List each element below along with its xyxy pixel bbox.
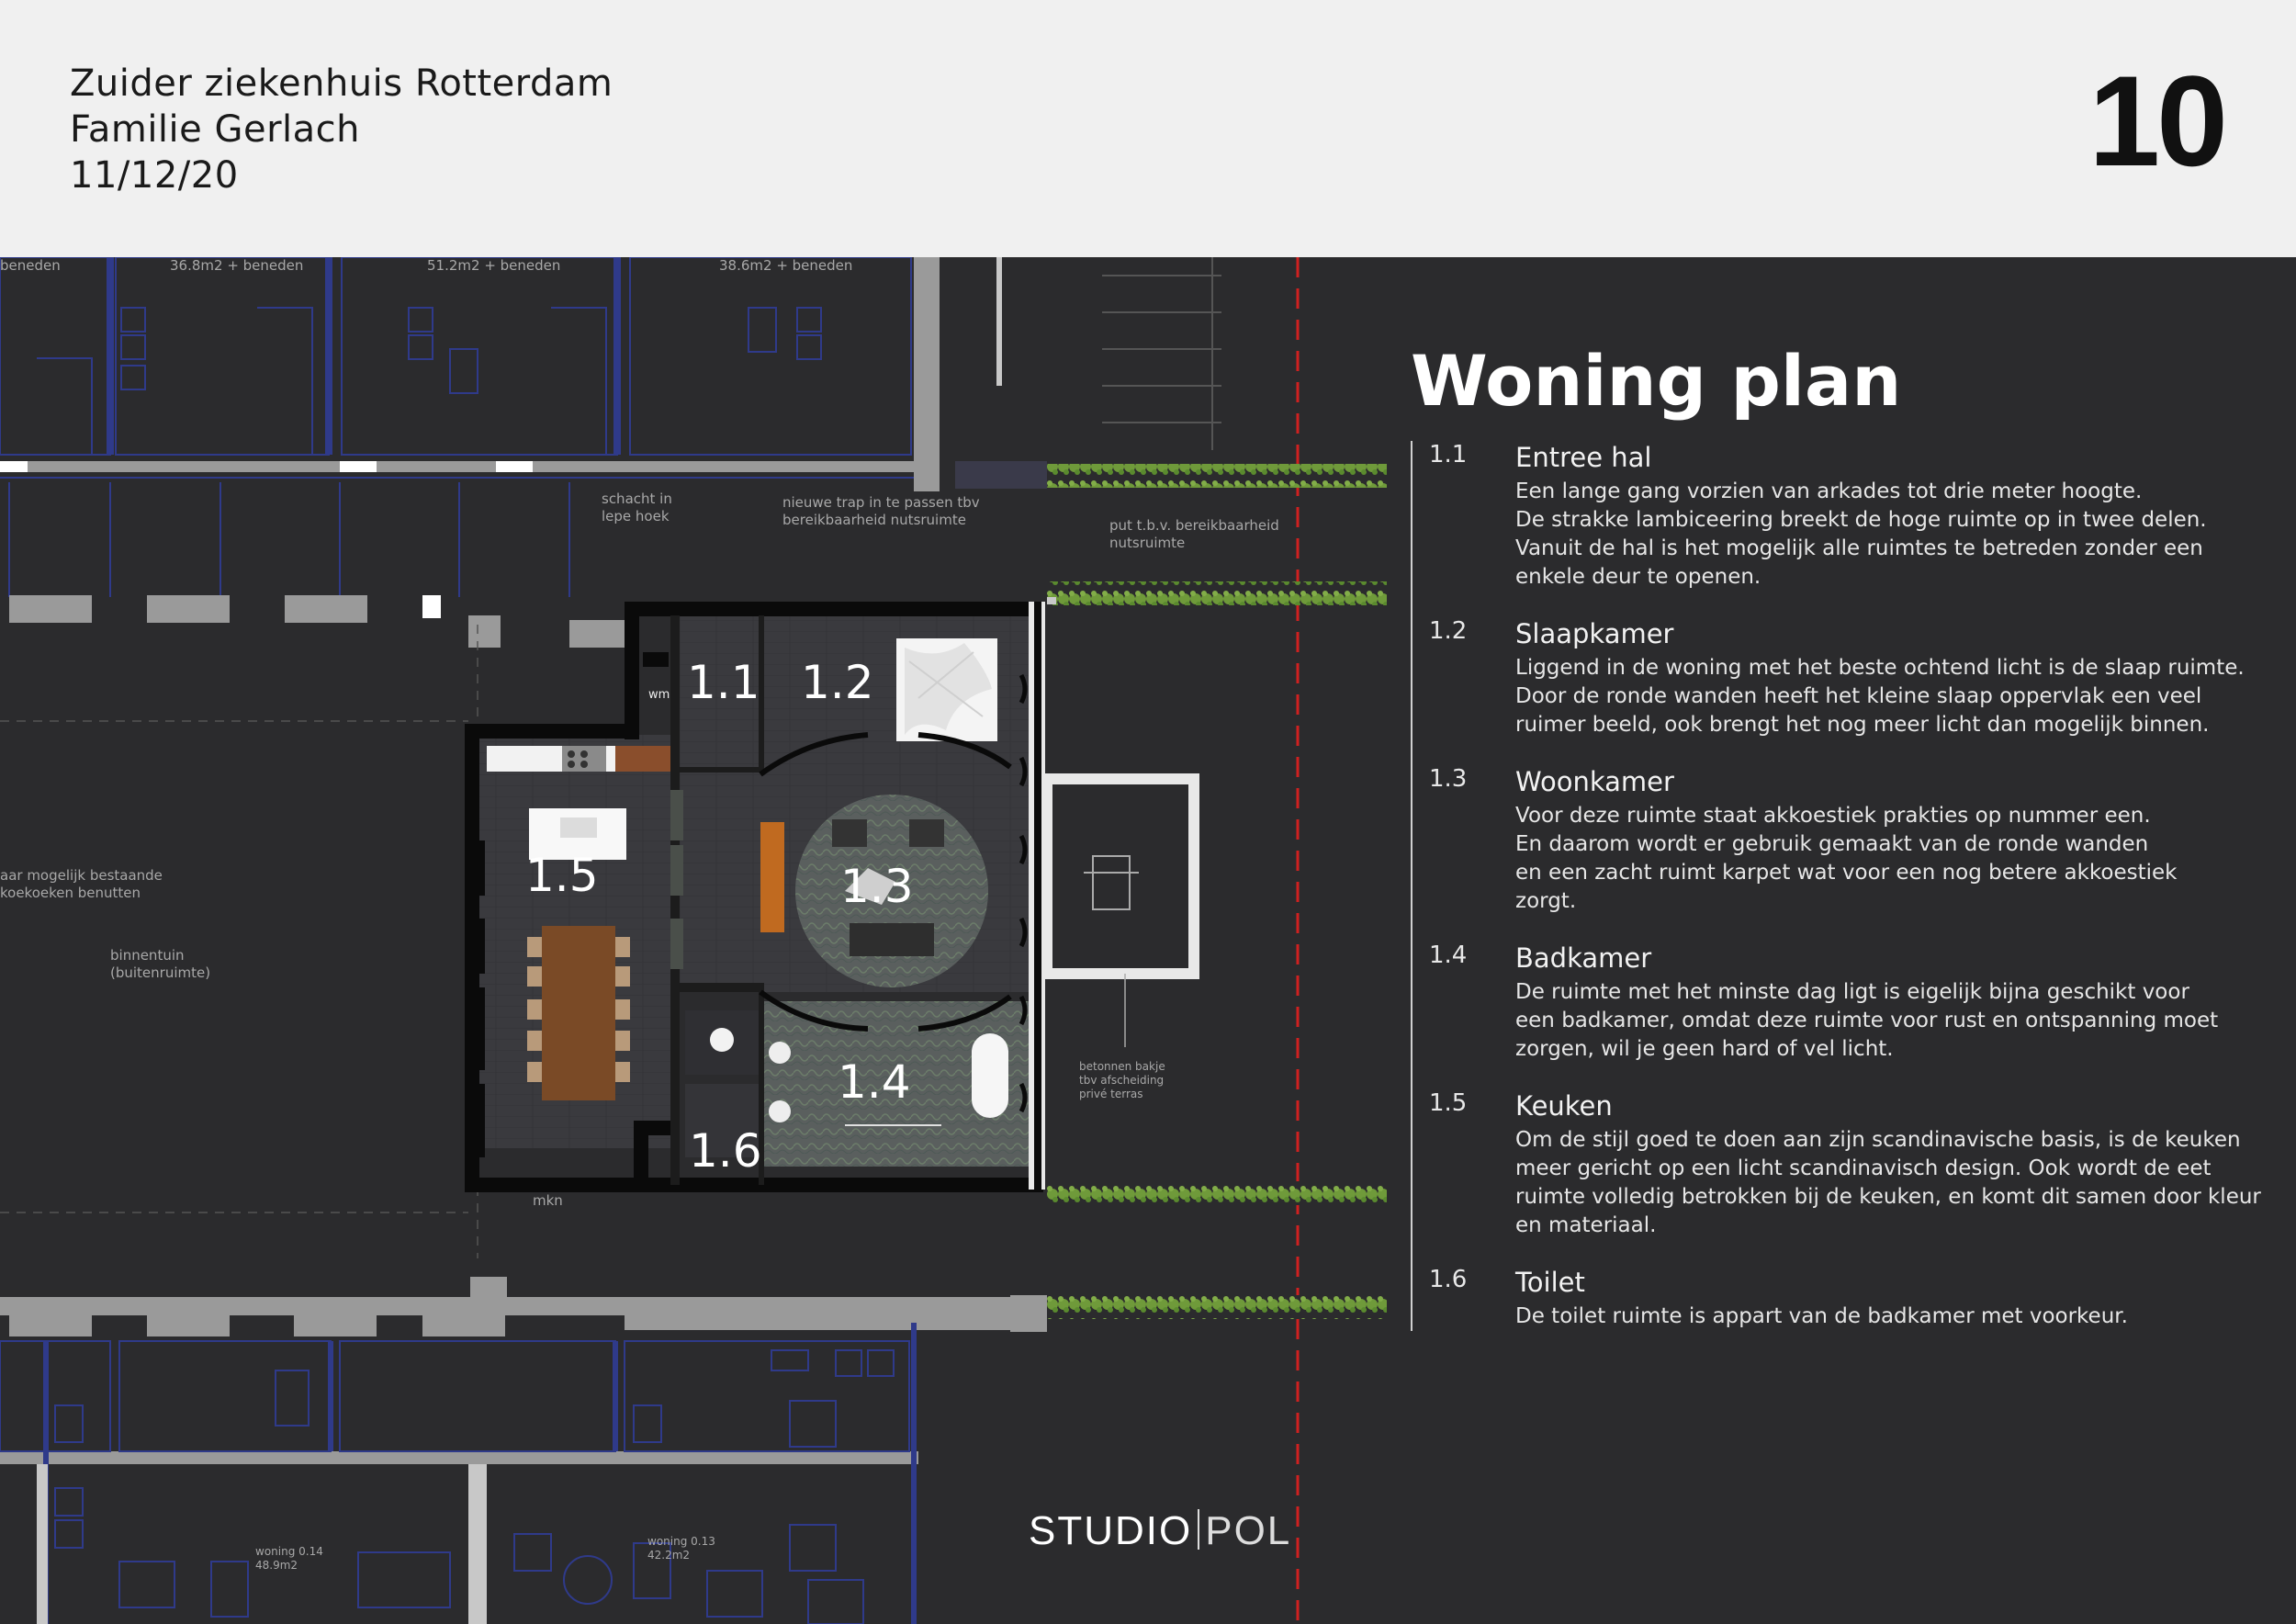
room-title: Slaapkamer [1515,618,1674,649]
annotation-shaft: schacht in lepe hoek [602,491,672,524]
document-date: 11/12/20 [70,154,239,197]
room-description: De ruimte met het minste dag ligt is eig… [1515,980,2219,1061]
room-entry: 1.2 Slaapkamer Liggend in de woning met … [1412,617,2267,739]
room-entry: 1.5 Keuken Om de stijl goed te doen aan … [1412,1089,2267,1240]
annotation-mkn: mkn [533,1192,563,1209]
room-number: 1.4 [1429,942,1468,969]
floor-plan: 1.1 1.2 1.3 1.4 1.5 1.6 beneden 36.8m2 +… [0,257,1387,1624]
terrace [1041,773,1199,1047]
room-description: Om de stijl goed te doen aan zijn scandi… [1515,1128,2261,1237]
content-area: 1.1 1.2 1.3 1.4 1.5 1.6 beneden 36.8m2 +… [0,257,2296,1624]
room-label-1-1: 1.1 [687,656,760,709]
header-bar: Zuider ziekenhuis Rotterdam Familie Gerl… [0,0,2296,257]
room-label-1-5: 1.5 [525,849,599,902]
room-number: 1.1 [1429,441,1468,468]
room-title: Toilet [1515,1267,1585,1298]
logo-divider [1198,1509,1200,1550]
room-title: Woonkamer [1515,766,1674,797]
hedges [1047,464,1387,1319]
room-label-1-3: 1.3 [840,860,914,913]
annotation-wm: wm [648,688,670,702]
annotation-utility: put t.b.v. bereikbaarheid nutsruimte [1109,517,1279,551]
annotation-unit-b: woning 0.13 42.2m2 [647,1535,715,1562]
room-description: Een lange gang vorzien van arkades tot d… [1515,479,2207,589]
room-description: Voor deze ruimte staat akkoestiek prakti… [1515,804,2178,913]
room-title: Entree hal [1515,442,1652,473]
room-number: 1.3 [1429,765,1468,793]
client-name: Familie Gerlach [70,108,360,151]
existing-units-top [0,257,918,597]
room-title: Badkamer [1515,942,1652,974]
section-title: Woning plan [1411,340,1902,422]
logo-pol: POL [1205,1508,1292,1553]
annotation-garden: binnentuin (buitenruimte) [110,947,210,981]
logo-studio: STUDIO [1029,1508,1193,1553]
page-number: 10 [2088,49,2228,193]
room-entry: 1.3 Woonkamer Voor deze ruimte staat akk… [1412,765,2267,916]
room-number: 1.2 [1429,617,1468,645]
existing-units-bottom [0,1277,1047,1624]
room-label-1-2: 1.2 [801,656,874,709]
dashed-guides [0,625,478,1258]
upper-wall-band [0,257,1047,648]
room-entry: 1.4 Badkamer De ruimte met het minste da… [1412,942,2267,1064]
project-name: Zuider ziekenhuis Rotterdam [70,62,613,105]
annotation-top-c: 38.6m2 + beneden [719,257,852,274]
annotation-top-b: 51.2m2 + beneden [427,257,560,274]
room-title: Keuken [1515,1090,1613,1122]
room-entry: 1.6 Toilet De toilet ruimte is appart va… [1412,1266,2267,1331]
room-number: 1.5 [1429,1089,1468,1117]
room-descriptions: 1.1 Entree hal Een lange gang vorzien va… [1411,441,2267,1331]
room-number: 1.6 [1429,1266,1468,1293]
annotation-top-a: 36.8m2 + beneden [170,257,303,274]
room-entry: 1.1 Entree hal Een lange gang vorzien va… [1412,441,2267,592]
room-label-1-4: 1.4 [838,1055,911,1109]
room-description: De toilet ruimte is appart van de badkam… [1515,1304,2128,1328]
annotation-top-left: beneden [0,257,61,274]
parking-lines [1102,257,1221,450]
annotation-existing: aar mogelijk bestaande koekoeken benutten [0,867,163,901]
room-description: Liggend in de woning met het beste ochte… [1515,656,2245,737]
annotation-unit-a: woning 0.14 48.9m2 [255,1545,323,1572]
annotation-terrace: betonnen bakje tbv afscheiding privé terra… [1079,1060,1165,1100]
room-label-1-6: 1.6 [689,1124,762,1178]
studio-logo: STUDIO POL [1029,1508,1291,1554]
annotation-stair: nieuwe trap in te passen tbv bereikbaarhe… [782,494,980,528]
